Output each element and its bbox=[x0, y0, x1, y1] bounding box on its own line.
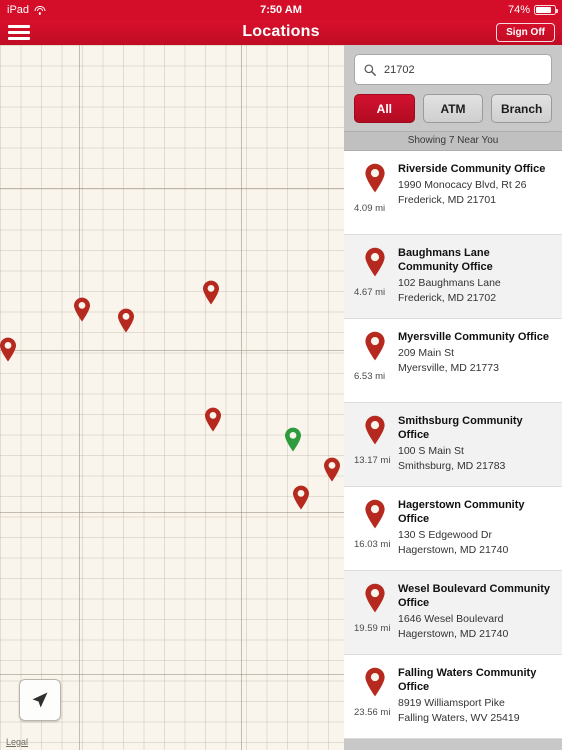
list-item-name: Wesel Boulevard Community Office bbox=[398, 583, 550, 609]
map-pin-2[interactable] bbox=[117, 308, 135, 333]
list-item-pin-icon: 4.09 mi bbox=[352, 161, 398, 215]
list-item-pin-icon: 13.17 mi bbox=[352, 413, 398, 467]
list-item-name: Myersville Community Office bbox=[398, 331, 549, 343]
list-item-citystate: Myersville, MD 21773 bbox=[398, 361, 499, 374]
list-item-name: Baughmans Lane Community Office bbox=[398, 247, 493, 273]
list-item-distance: 4.09 mi bbox=[354, 203, 386, 214]
search-value: 21702 bbox=[384, 63, 415, 76]
locations-screen: iPad 7:50 AM 74% Locations Sign Off Lega… bbox=[0, 0, 562, 750]
list-item-pin-icon: 6.53 mi bbox=[352, 329, 398, 383]
list-item-distance: 4.67 mi bbox=[354, 287, 386, 298]
list-item-citystate: Smithsburg, MD 21783 bbox=[398, 459, 506, 472]
list-item-name: Hagerstown Community Office bbox=[398, 499, 525, 525]
battery-percent-label: 74% bbox=[507, 4, 530, 16]
status-bar: iPad 7:50 AM 74% bbox=[0, 0, 562, 20]
list-item-citystate: Frederick, MD 21701 bbox=[398, 193, 497, 206]
status-bar-right: 74% bbox=[507, 4, 559, 16]
list-item-street: 100 S Main St bbox=[398, 444, 464, 457]
location-list-item[interactable]: 23.56 mi Falling Waters Community Office 8… bbox=[344, 655, 562, 739]
map-pin-6[interactable] bbox=[323, 457, 341, 482]
list-item-citystate: Hagerstown, MD 21740 bbox=[398, 627, 509, 640]
list-item-distance: 16.03 mi bbox=[354, 539, 391, 550]
navigation-arrow-icon bbox=[32, 692, 48, 708]
list-item-street: 1646 Wesel Boulevard bbox=[398, 612, 504, 625]
list-item-distance: 23.56 mi bbox=[354, 707, 391, 718]
my-location-button[interactable] bbox=[19, 679, 61, 721]
list-item-citystate: Frederick, MD 21702 bbox=[398, 291, 497, 304]
location-list-item[interactable]: 4.67 mi Baughmans Lane Community Office 10… bbox=[344, 235, 562, 319]
list-item-name: Falling Waters Community Office bbox=[398, 667, 537, 693]
map-pin-3[interactable] bbox=[202, 280, 220, 305]
locations-list[interactable]: 4.09 mi Riverside Community Office 1990 Mo… bbox=[344, 151, 562, 739]
locations-panel: 21702 All ATM Branch Showing 7 Near You … bbox=[344, 45, 562, 750]
list-item-citystate: Falling Waters, WV 25419 bbox=[398, 711, 520, 724]
list-item-distance: 13.17 mi bbox=[354, 455, 391, 466]
list-item-citystate: Hagerstown, MD 21740 bbox=[398, 543, 509, 556]
location-list-item[interactable]: 13.17 mi Smithsburg Community Office 100 S… bbox=[344, 403, 562, 487]
list-item-name: Smithsburg Community Office bbox=[398, 415, 523, 441]
map-pin-5[interactable] bbox=[204, 407, 222, 432]
filter-segmented-control: All ATM Branch bbox=[344, 85, 562, 131]
list-item-street: 130 S Edgewood Dr bbox=[398, 528, 492, 541]
status-bar-clock: 7:50 AM bbox=[260, 4, 302, 16]
list-item-pin-icon: 4.67 mi bbox=[352, 245, 398, 299]
list-item-pin-icon: 23.56 mi bbox=[352, 665, 398, 719]
list-item-street: 1990 Monocacy Blvd, Rt 26 bbox=[398, 178, 527, 191]
list-item-details: Myersville Community Office 209 Main St My… bbox=[398, 329, 552, 375]
list-item-street: 102 Baughmans Lane bbox=[398, 276, 501, 289]
list-item-details: Wesel Boulevard Community Office 1646 Wes… bbox=[398, 581, 552, 641]
list-item-pin-icon: 16.03 mi bbox=[352, 497, 398, 551]
map-pin-4[interactable] bbox=[0, 337, 17, 362]
list-item-distance: 19.59 mi bbox=[354, 623, 391, 634]
sign-off-button[interactable]: Sign Off bbox=[496, 23, 555, 42]
list-item-details: Baughmans Lane Community Office 102 Baugh… bbox=[398, 245, 552, 305]
location-list-item[interactable]: 16.03 mi Hagerstown Community Office 130 S… bbox=[344, 487, 562, 571]
filter-branch-button[interactable]: Branch bbox=[491, 94, 553, 123]
list-item-street: 209 Main St bbox=[398, 346, 455, 359]
page-title: Locations bbox=[242, 23, 320, 40]
filter-all-button[interactable]: All bbox=[354, 94, 415, 123]
search-icon bbox=[364, 64, 376, 76]
list-item-details: Riverside Community Office 1990 Monocacy … bbox=[398, 161, 552, 207]
location-list-item[interactable]: 4.09 mi Riverside Community Office 1990 Mo… bbox=[344, 151, 562, 235]
search-area: 21702 bbox=[344, 45, 562, 85]
nav-bar: Locations Sign Off bbox=[0, 20, 562, 45]
list-item-details: Falling Waters Community Office 8919 Will… bbox=[398, 665, 552, 725]
map-pin-7[interactable] bbox=[292, 485, 310, 510]
list-item-street: 8919 Williamsport Pike bbox=[398, 696, 505, 709]
results-count-label: Showing 7 Near You bbox=[344, 131, 562, 151]
list-item-details: Hagerstown Community Office 130 S Edgewoo… bbox=[398, 497, 552, 557]
list-item-distance: 6.53 mi bbox=[354, 371, 386, 382]
location-list-item[interactable]: 6.53 mi Myersville Community Office 209 Ma… bbox=[344, 319, 562, 403]
list-item-details: Smithsburg Community Office 100 S Main St… bbox=[398, 413, 552, 473]
list-item-pin-icon: 19.59 mi bbox=[352, 581, 398, 635]
battery-icon bbox=[534, 5, 559, 15]
legal-link[interactable]: Legal bbox=[6, 737, 28, 747]
location-list-item[interactable]: 19.59 mi Wesel Boulevard Community Office… bbox=[344, 571, 562, 655]
search-input[interactable]: 21702 bbox=[354, 54, 552, 85]
list-item-name: Riverside Community Office bbox=[398, 163, 546, 175]
map-pin-user[interactable] bbox=[284, 427, 302, 452]
filter-atm-button[interactable]: ATM bbox=[422, 94, 484, 123]
map-pin-1[interactable] bbox=[73, 297, 91, 322]
map-canvas[interactable]: Legal bbox=[0, 45, 344, 750]
